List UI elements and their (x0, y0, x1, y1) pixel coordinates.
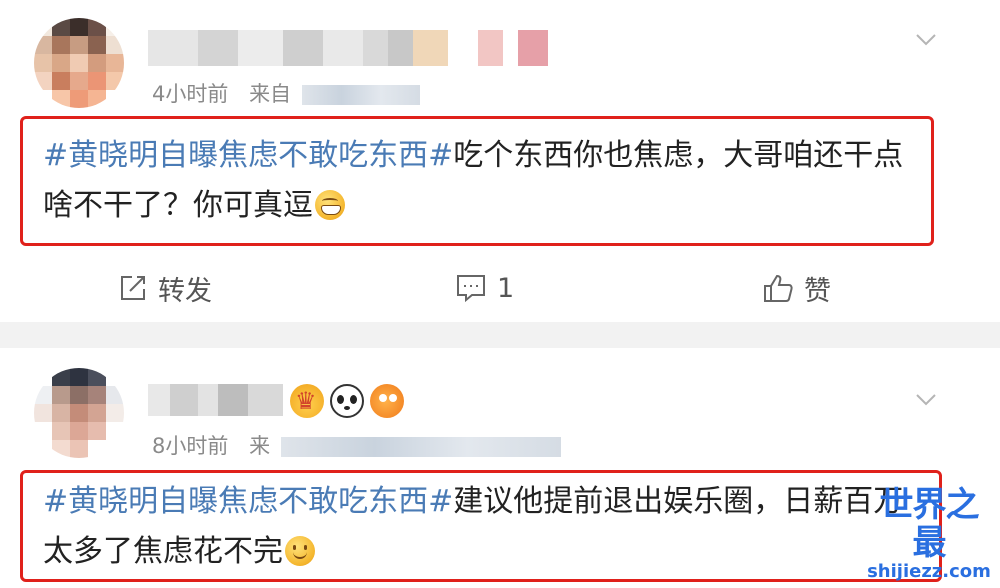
topic-link[interactable]: #黄晓明自曝焦虑不敢吃东西# (43, 138, 453, 173)
panda-badge-icon (330, 384, 364, 418)
post-source-blurred[interactable] (280, 437, 561, 457)
like-label: 赞 (804, 275, 831, 307)
post-separator (0, 322, 1000, 348)
comment-content-highlighted: #黄晓明自曝焦虑不敢吃东西#吃个东西你也焦虑，大哥咱还干点啥不干了？你可真逗 (20, 116, 934, 246)
comment-icon (457, 275, 485, 303)
user-badges (290, 384, 404, 418)
post-time: 8小时前 (152, 434, 229, 458)
grin-emoji-icon (315, 190, 345, 220)
like-button[interactable]: 赞 (762, 266, 831, 310)
topic-link[interactable]: #黄晓明自曝焦虑不敢吃东西# (43, 484, 453, 519)
watermark-url: shijiezz.com (867, 561, 991, 582)
post-source-label: 来自 (249, 82, 292, 106)
repost-icon (121, 276, 145, 300)
post-source-blurred[interactable] (301, 85, 420, 105)
site-watermark: 世界之最 shijiezz.com (864, 486, 994, 582)
avatar[interactable] (34, 18, 124, 108)
chevron-down-icon[interactable] (914, 28, 938, 52)
weibo-comment-2: 8小时前 来 #黄晓明自曝焦虑不敢吃东西#建议他提前退出娱乐圈，日薪百万太多了焦… (0, 348, 1000, 588)
username-blurred[interactable] (148, 384, 283, 416)
avatar[interactable] (34, 368, 124, 458)
smile-emoji-icon (285, 536, 315, 566)
comment-content-highlighted: #黄晓明自曝焦虑不敢吃东西#建议他提前退出娱乐圈，日薪百万太多了焦虑花不完 (20, 470, 942, 582)
username-blurred[interactable] (148, 30, 548, 66)
like-icon (764, 274, 793, 302)
post-meta: 4小时前 来自 (152, 78, 420, 108)
watermark-title: 世界之最 (879, 485, 980, 563)
weibo-comment-1: 4小时前 来自 #黄晓明自曝焦虑不敢吃东西#吃个东西你也焦虑，大哥咱还干点啥不干… (0, 0, 1000, 322)
post-source-label: 来 (249, 434, 271, 458)
crown-badge-icon (290, 384, 324, 418)
post-meta: 8小时前 来 (152, 430, 561, 460)
action-bar: 转发 1 赞 (0, 266, 1000, 310)
chevron-down-icon[interactable] (914, 388, 938, 412)
fish-badge-icon (370, 384, 404, 418)
repost-button[interactable]: 转发 (118, 266, 212, 310)
post-time: 4小时前 (152, 82, 229, 106)
repost-label: 转发 (158, 275, 212, 307)
comment-button[interactable]: 1 (455, 266, 514, 310)
comment-count: 1 (497, 272, 515, 304)
